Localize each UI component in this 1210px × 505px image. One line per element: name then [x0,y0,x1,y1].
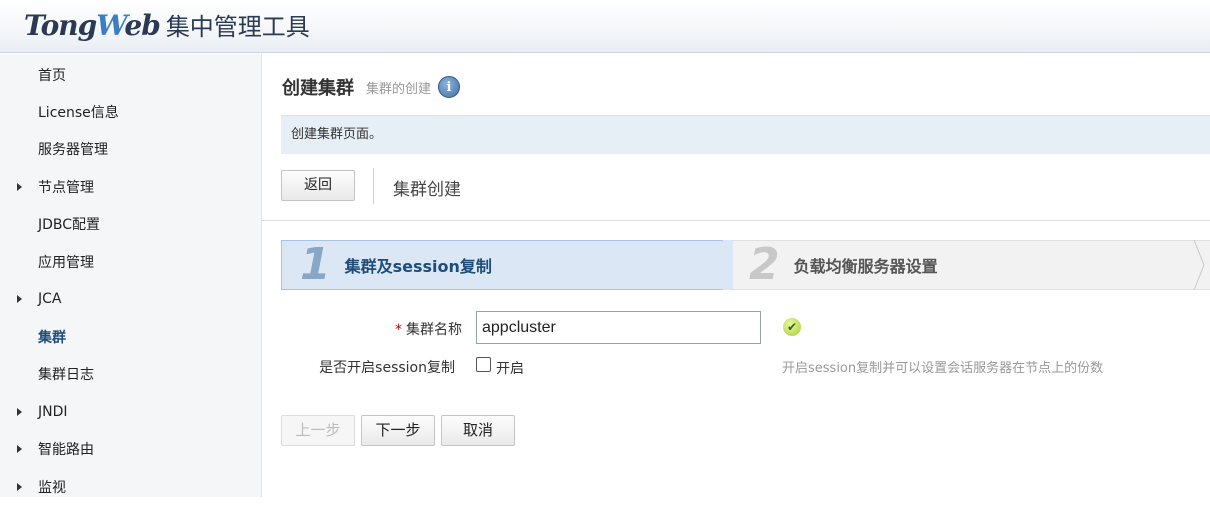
sidebar-item-label: 智能路由 [38,441,94,458]
main-content: 创建集群 集群的创建 i 创建集群页面。 返回 集群创建 1 集群及sessio… [262,54,1210,497]
sidebar-item-license[interactable]: License信息 [0,93,261,130]
back-button[interactable]: 返回 [281,170,355,201]
expand-arrow-icon [17,482,22,491]
sidebar-item-label: JCA [38,290,62,307]
sidebar-item-jndi[interactable]: JNDI [0,393,261,430]
wizard-step-2: 2 负载均衡服务器设置 [733,240,1210,290]
sidebar-item-jca[interactable]: JCA [0,280,261,317]
app-subtitle: 集中管理工具 [165,13,310,41]
step-number: 2 [749,239,780,290]
sidebar-item-label: 服务器管理 [38,141,108,158]
sidebar-item-cluster-log[interactable]: 集群日志 [0,355,261,392]
sidebar-item-home[interactable]: 首页 [0,56,261,93]
next-step-button[interactable]: 下一步 [361,415,435,446]
page-subtitle: 集群的创建 [366,81,432,97]
page-title-text: 创建集群 [282,78,354,99]
tongweb-logo: TongWeb 集中管理工具 [24,6,310,46]
session-hint: 开启session复制并可以设置会话服务器在节点上的份数 [782,361,1104,376]
sidebar-item-label: JDBC配置 [38,216,101,233]
sidebar-item-server-management[interactable]: 服务器管理 [0,130,261,167]
info-icon[interactable]: i [438,76,461,98]
sidebar-item-label: 监视 [38,479,66,496]
valid-check-icon: ✔ [783,318,801,336]
sidebar-item-label: 集群 [38,329,66,346]
sidebar-item-label: 应用管理 [38,254,94,271]
sidebar-item-app-management[interactable]: 应用管理 [0,243,261,280]
page-notice: 创建集群页面。 [281,115,1210,154]
session-replication-label: 是否开启session复制 [319,360,455,376]
sidebar-item-label: 集群日志 [38,366,94,383]
expand-arrow-icon [17,182,22,191]
section-title: 集群创建 [393,180,461,200]
sidebar-item-node-management[interactable]: 节点管理 [0,168,261,205]
session-checkbox-label[interactable]: 开启 [496,358,524,378]
sidebar-item-smart-routing[interactable]: 智能路由 [0,430,261,467]
page-title: 创建集群 集群的创建 i [282,74,461,100]
toolbar: 返回 集群创建 [281,168,1210,206]
cluster-name-input[interactable]: appcluster [476,311,761,344]
sidebar: 首页 License信息 服务器管理 节点管理 JDBC配置 应用管理 JCA … [0,54,262,497]
cluster-name-label: * 集群名称 [395,322,462,338]
sidebar-item-monitor[interactable]: 监视 [0,468,261,505]
expand-arrow-icon [17,294,22,303]
sidebar-item-label: 首页 [38,67,66,84]
required-mark: * [395,322,402,338]
step-arrow-icon [1193,240,1205,290]
sidebar-item-jdbc[interactable]: JDBC配置 [0,205,261,242]
wizard-step-1: 1 集群及session复制 [281,240,733,290]
session-replication-checkbox[interactable] [476,357,491,372]
sidebar-item-label: JNDI [38,403,68,420]
step-label: 集群及session复制 [344,257,492,276]
divider [262,220,1210,221]
app-header: TongWeb 集中管理工具 [0,0,1210,53]
cancel-button[interactable]: 取消 [441,415,515,446]
expand-arrow-icon [17,444,22,453]
toolbar-divider [373,168,374,204]
sidebar-item-label: 节点管理 [38,179,94,196]
logo-brand: TongWeb [24,9,161,42]
expand-arrow-icon [17,407,22,416]
step-label: 负载均衡服务器设置 [793,257,938,276]
sidebar-item-label: License信息 [38,104,119,121]
step-number: 1 [300,239,331,290]
wizard-steps: 1 集群及session复制 2 负载均衡服务器设置 [281,240,1210,290]
sidebar-item-cluster[interactable]: 集群 [0,318,261,355]
prev-step-button[interactable]: 上一步 [281,415,355,446]
